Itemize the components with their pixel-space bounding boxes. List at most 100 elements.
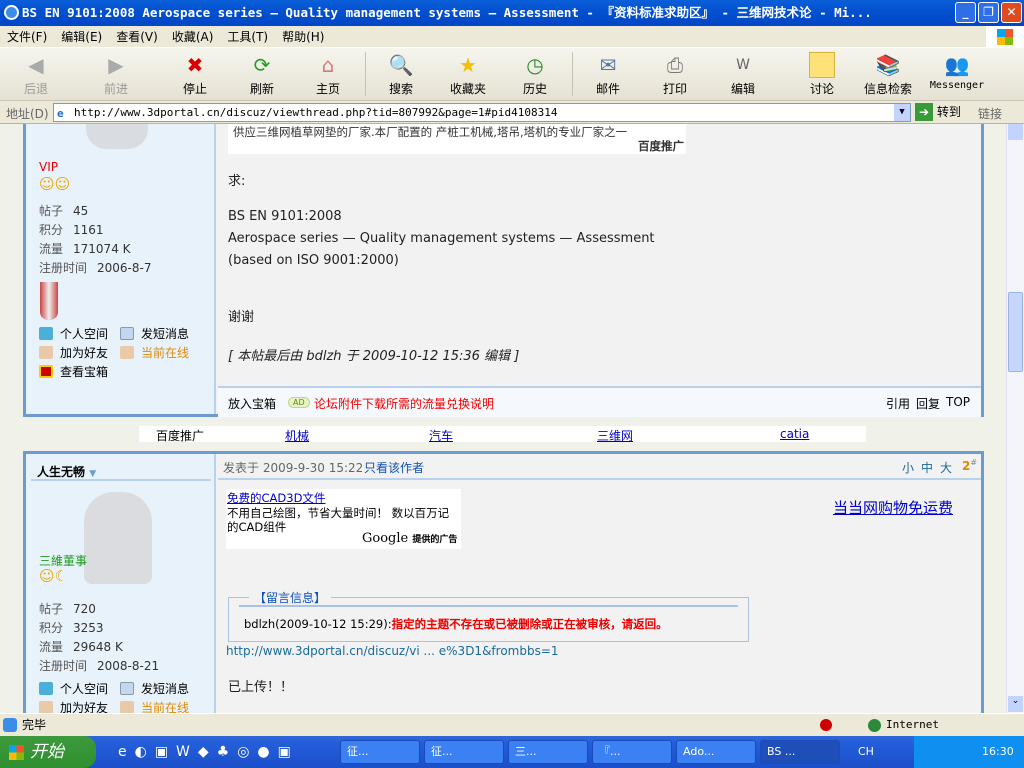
- add-friend-link[interactable]: 加为好友: [39, 699, 108, 713]
- go-button[interactable]: ➔ 转到: [915, 103, 961, 121]
- font-large[interactable]: 大: [940, 459, 952, 476]
- top-link[interactable]: TOP: [946, 395, 970, 409]
- home-icon: ⌂: [321, 53, 335, 77]
- attachment-url-link[interactable]: http://www.3dportal.cn/discuz/vi ... e%3…: [226, 644, 559, 658]
- font-small[interactable]: 小: [902, 459, 914, 476]
- status-text: 完毕: [22, 718, 47, 732]
- back-button[interactable]: ◀ 后退: [6, 52, 66, 97]
- language-indicator[interactable]: CH: [858, 745, 874, 758]
- maximize-button[interactable]: ❐: [978, 2, 999, 23]
- minimize-button[interactable]: _: [955, 2, 976, 23]
- ad-link-machinery[interactable]: 机械: [285, 427, 309, 444]
- edit-button[interactable]: W 编辑: [713, 52, 773, 97]
- print-button[interactable]: ⎙ 打印: [645, 52, 705, 97]
- edit-note: [ 本帖最后由 bdlzh 于 2009-10-12 15:36 编辑 ]: [228, 349, 520, 364]
- history-button[interactable]: ◷ 历史: [505, 52, 565, 97]
- page-content: VIP ☺☺ 帖子 45 积分 1161 流量 171074 K 注册时间 2006-8…: [0, 124, 1006, 713]
- stat-registered: 注册时间 2006-8-7: [39, 261, 152, 275]
- messenger-button[interactable]: 👥 Messenger: [925, 52, 989, 91]
- stop-button[interactable]: ✖ 停止: [165, 52, 225, 97]
- personal-space-link[interactable]: 个人空间: [39, 325, 108, 342]
- quote-button[interactable]: 引用: [886, 395, 910, 412]
- dangdang-ad-link[interactable]: 当当网购物免运费: [833, 497, 953, 518]
- ad-link-3dportal[interactable]: 三维网: [597, 427, 633, 444]
- discuss-button[interactable]: 讨论: [792, 52, 852, 97]
- stop-icon: ✖: [186, 53, 204, 77]
- windows-logo-icon: [986, 26, 1024, 48]
- traffic-exchange-link[interactable]: 论坛附件下载所需的流量兑换说明: [314, 395, 494, 412]
- address-dropdown[interactable]: ▼: [894, 104, 910, 121]
- stat-posts: 帖子 45: [39, 204, 89, 218]
- refresh-button[interactable]: ⟳ 刷新: [232, 52, 292, 97]
- only-author-link[interactable]: 只看该作者: [364, 459, 424, 476]
- history-icon: ◷: [526, 53, 544, 77]
- dropdown-arrow-icon: ▼: [89, 469, 97, 479]
- post-1: VIP ☺☺ 帖子 45 积分 1161 流量 171074 K 注册时间 2006-8…: [23, 124, 984, 417]
- search-button[interactable]: 🔍 搜索: [371, 52, 431, 97]
- favorites-button[interactable]: ★ 收藏夹: [438, 52, 498, 97]
- post-text: 已上传！！: [228, 680, 294, 695]
- add-to-treasure-link[interactable]: 放入宝箱: [228, 395, 276, 412]
- rank-stars-icon: ☺☾: [39, 567, 69, 585]
- ad-link-auto[interactable]: 汽车: [429, 427, 453, 444]
- menu-help[interactable]: 帮助(H): [275, 26, 331, 48]
- menu-favorites[interactable]: 收藏(A): [165, 26, 221, 48]
- menu-bar: 文件(F) 编辑(E) 查看(V) 收藏(A) 工具(T) 帮助(H): [0, 26, 1024, 48]
- task-adobe[interactable]: Ado...: [676, 740, 756, 764]
- menu-tools[interactable]: 工具(T): [220, 26, 275, 48]
- baidu-ad[interactable]: 供应三维网植草网垫的厂家.本厂配置的 产桩工机械,塔吊,塔机的专业厂家之一 百度推…: [228, 124, 686, 154]
- post-text: 谢谢: [228, 310, 255, 325]
- close-button[interactable]: ✕: [1001, 2, 1022, 23]
- ad-link-catia[interactable]: catia: [780, 427, 809, 441]
- task-ie-1[interactable]: 三...: [508, 740, 588, 764]
- task-folder[interactable]: 征...: [424, 740, 504, 764]
- messenger-icon: 👥: [944, 53, 970, 77]
- post-2: 人生无畅 ▼ 三維董事 ☺☾ 帖子 720 积分 3253 流量 29648 K 注册…: [23, 451, 984, 713]
- research-button[interactable]: 📚 信息检索: [858, 52, 918, 97]
- personal-space-link[interactable]: 个人空间: [39, 680, 108, 697]
- links-button[interactable]: 链接: [978, 105, 1002, 122]
- scroll-thumb[interactable]: [1008, 292, 1023, 372]
- vertical-scrollbar[interactable]: ⌄: [1006, 124, 1024, 713]
- stat-registered: 注册时间 2008-8-21: [39, 659, 160, 673]
- online-status: 当前在线: [120, 344, 189, 361]
- stat-points: 积分 1161: [39, 223, 104, 237]
- add-friend-link[interactable]: 加为好友: [39, 344, 108, 361]
- forward-button[interactable]: ▶ 前进: [86, 52, 146, 97]
- task-word[interactable]: 征...: [340, 740, 420, 764]
- menu-view[interactable]: 查看(V): [109, 26, 165, 48]
- security-zone: Internet: [886, 718, 939, 731]
- scroll-down-button[interactable]: ⌄: [1008, 696, 1023, 712]
- google-ad-title[interactable]: 免费的CAD3D文件: [227, 490, 460, 506]
- toolbar: ◀ 后退 ▶ 前进 ✖ 停止 ⟳ 刷新 ⌂ 主页 🔍 搜索 ★ 收藏夹 ◷ 历史 ✉ 邮件 ⎙ 打印…: [0, 48, 1024, 101]
- font-medium[interactable]: 中: [921, 459, 933, 476]
- google-logo: Google 提供的广告: [362, 531, 458, 546]
- menu-edit[interactable]: 编辑(E): [54, 26, 109, 48]
- post-text: BS EN 9101:2008: [228, 209, 342, 224]
- scroll-up-button[interactable]: [1008, 124, 1023, 140]
- menu-file[interactable]: 文件(F): [0, 26, 54, 48]
- post-text: (based on ISO 9001:2000): [228, 253, 399, 268]
- quick-launch[interactable]: e◐▣W◆♣◎●▣: [118, 744, 299, 760]
- send-pm-link[interactable]: 发短消息: [120, 680, 189, 697]
- baidu-ad-bar: 百度推广 机械 汽车 三维网 catia: [139, 426, 866, 444]
- divider: [239, 605, 738, 607]
- search-icon: 🔍: [388, 53, 414, 77]
- address-input[interactable]: e http://www.3dportal.cn/discuz/viewthrea…: [53, 103, 911, 122]
- mail-icon: ✉: [599, 53, 617, 77]
- view-treasure-link[interactable]: 查看宝箱: [39, 363, 108, 380]
- author-name[interactable]: 人生无畅 ▼: [31, 459, 211, 481]
- google-ad[interactable]: 免费的CAD3D文件 不用自己绘图，节省大量时间！ 数以百万记的CAD组件 Go…: [226, 489, 461, 549]
- reply-button[interactable]: 回复: [916, 395, 940, 412]
- home-button[interactable]: ⌂ 主页: [298, 52, 358, 97]
- start-button[interactable]: 开始: [0, 736, 96, 768]
- send-pm-link[interactable]: 发短消息: [120, 325, 189, 342]
- rank-stars-icon: ☺☺: [39, 175, 71, 193]
- vip-medal-icon: [40, 282, 58, 320]
- post-text: 求:: [228, 174, 246, 189]
- task-ie-2[interactable]: 『...: [592, 740, 672, 764]
- post-date: 发表于 2009-9-30 15:22: [223, 461, 364, 475]
- mail-button[interactable]: ✉ 邮件: [578, 52, 638, 97]
- go-arrow-icon: ➔: [915, 103, 933, 121]
- task-ie-active[interactable]: BS ...: [760, 740, 840, 764]
